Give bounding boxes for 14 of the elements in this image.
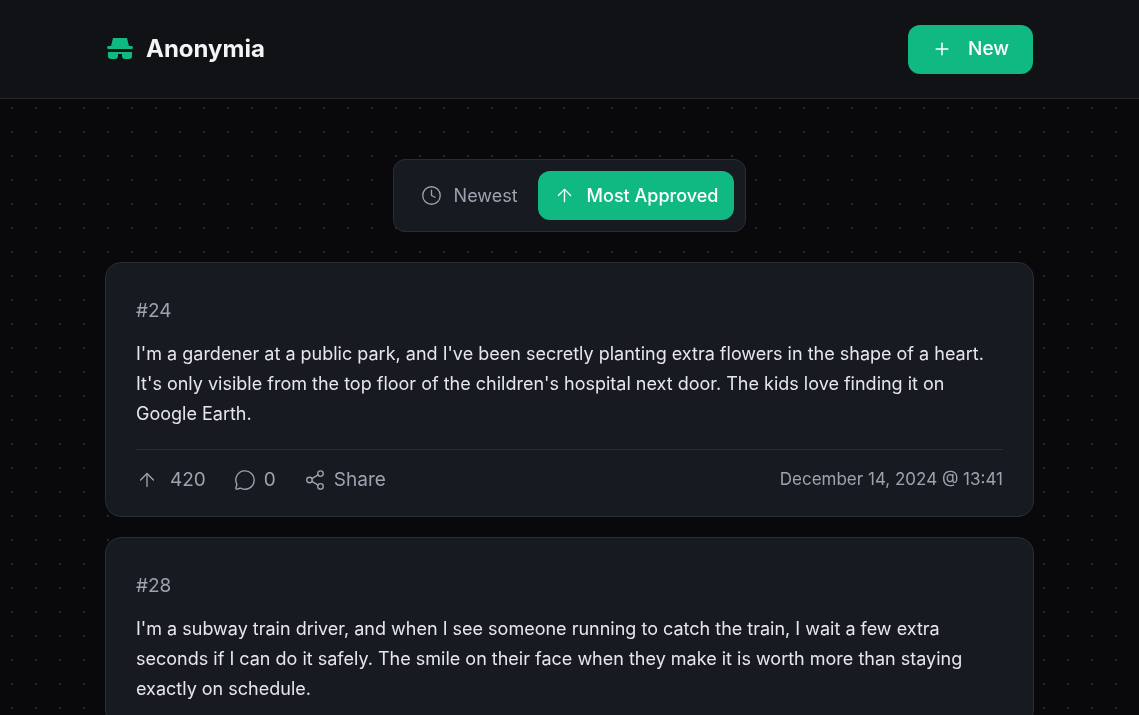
- post-date: December 14, 2024 @ 13:41: [779, 468, 1003, 491]
- clock-icon: [420, 185, 442, 206]
- share-button[interactable]: Share: [303, 465, 386, 494]
- post-text: I'm a subway train driver, and when I see someone running to catch the train, I wait a few extra seconds if I can do it safely. The smile on their face when they make it is worth more than staying exactly on schedule.: [136, 616, 964, 701]
- share-icon: [303, 468, 326, 491]
- sort-tab[interactable]: Newest: [404, 171, 534, 220]
- post-number: #24: [136, 298, 173, 324]
- speech-bubble-icon: [233, 468, 256, 491]
- comment-button[interactable]: 0: [233, 465, 276, 494]
- brand-name: Anonymia: [146, 33, 265, 65]
- post-number: #28: [136, 573, 173, 599]
- approve-button[interactable]: 420: [136, 465, 206, 494]
- incognito-icon: [106, 36, 134, 62]
- post-text: I'm a gardener at a public park, and I've been secretly planting extra flowers in the shape of a heart. It's only visible from the top floor of the children's hospital next door. The kids love finding it on Google Earth.: [136, 341, 985, 426]
